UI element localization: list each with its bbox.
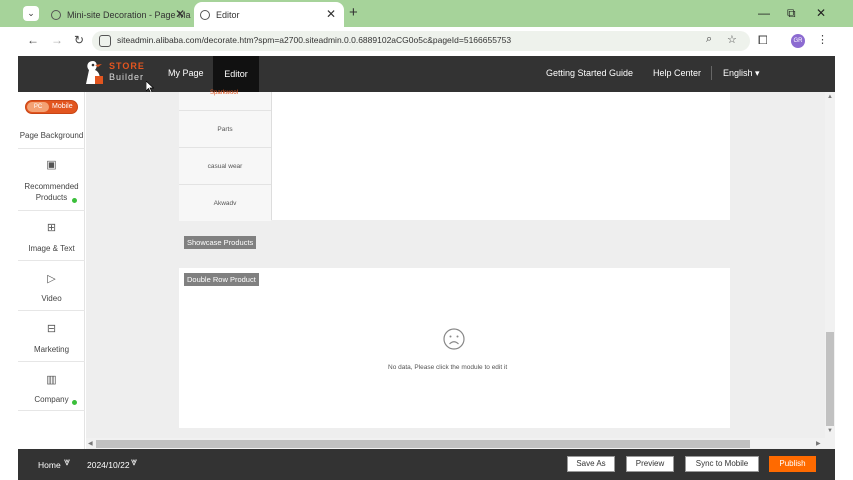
language-select[interactable]: English ▾ — [723, 68, 760, 79]
chevron-down-icon[interactable]: ⩔ — [64, 456, 70, 469]
sidebar-item-image-text[interactable]: Image & Text — [18, 243, 85, 254]
sidebar-item-marketing[interactable]: Marketing — [18, 344, 85, 355]
mobile-toggle-button[interactable]: Mobile — [52, 102, 73, 112]
logo-builder-text: Builder — [109, 72, 145, 82]
globe-icon — [51, 9, 61, 20]
showcase-products-label[interactable]: Showcase Products — [184, 236, 257, 249]
pc-toggle-button[interactable]: PC — [27, 102, 49, 112]
nav-editor[interactable]: Editor — [213, 56, 259, 92]
site-info-icon[interactable] — [99, 35, 111, 47]
sidebar-divider — [18, 361, 85, 362]
category-item[interactable]: Parts — [179, 110, 271, 147]
vertical-scroll-thumb[interactable] — [826, 332, 834, 426]
tab-close-icon[interactable]: ✕ — [326, 7, 336, 21]
logo-store-text: STORE — [109, 61, 145, 71]
sidebar-divider — [18, 410, 85, 411]
category-item[interactable]: Akwadv — [179, 184, 271, 221]
page-select[interactable]: Home — [38, 460, 61, 470]
scroll-up-icon[interactable]: ▲ — [827, 94, 833, 100]
extensions-icon[interactable]: ⧠ — [758, 33, 768, 48]
bookmark-star-icon[interactable]: ☆ — [727, 33, 737, 46]
sync-to-mobile-button[interactable]: Sync to Mobile — [685, 456, 759, 472]
sidebar-divider — [18, 260, 85, 261]
chevron-down-icon[interactable]: ⩔ — [131, 456, 137, 469]
browser-tab-mini-site[interactable]: Mini-site Decoration - Page Ma ✕ — [47, 2, 193, 27]
category-item[interactable]: casual wear — [179, 147, 271, 184]
horizontal-scroll-thumb[interactable] — [96, 440, 750, 448]
category-cutoff-text: Sparkwool — [210, 90, 239, 96]
browser-tab-editor[interactable]: Editor ✕ — [194, 2, 344, 27]
scroll-right-icon[interactable]: ▶ — [816, 440, 821, 447]
restore-icon[interactable]: ⧉ — [787, 6, 796, 21]
publish-button[interactable]: Publish — [769, 456, 816, 472]
tab-search-icon[interactable]: ⌄ — [23, 6, 39, 21]
empty-state-message: No data, Please click the module to edit… — [388, 364, 508, 371]
sad-face-icon — [443, 328, 465, 350]
browser-menu-icon[interactable]: ⋮ — [817, 33, 828, 46]
sidebar-item-page-background[interactable]: Page Background — [18, 130, 85, 141]
sidebar-divider — [18, 148, 85, 149]
globe-icon — [200, 9, 210, 20]
tab-title: Mini-site Decoration - Page Ma — [67, 9, 191, 20]
url-text[interactable]: siteadmin.alibaba.com/decorate.htm?spm=a… — [117, 35, 511, 45]
nav-getting-started[interactable]: Getting Started Guide — [546, 68, 633, 78]
box-icon: ▣ — [46, 159, 57, 171]
save-as-button[interactable]: Save As — [567, 456, 615, 472]
nav-divider — [711, 66, 712, 80]
new-tab-button[interactable]: + — [349, 4, 358, 21]
zoom-icon[interactable]: ⌕ — [706, 33, 712, 46]
sidebar-divider — [18, 310, 85, 311]
play-icon: ▷ — [47, 273, 56, 285]
status-badge — [71, 197, 78, 204]
language-label: English — [723, 68, 753, 78]
image-text-icon: ⊞ — [46, 222, 57, 234]
reload-icon[interactable]: ↻ — [74, 33, 84, 47]
status-badge — [71, 399, 78, 406]
minimize-icon[interactable]: — — [758, 6, 770, 20]
scroll-left-icon[interactable]: ◀ — [88, 440, 93, 447]
page: ⌄ Mini-site Decoration - Page Ma ✕ Edito… — [0, 0, 853, 480]
nav-help-center[interactable]: Help Center — [653, 68, 701, 78]
tab-close-icon[interactable]: ✕ — [175, 7, 185, 21]
marketing-icon: ⊟ — [46, 323, 57, 335]
scroll-down-icon[interactable]: ▼ — [827, 428, 833, 434]
building-icon: ▥ — [46, 374, 57, 386]
preview-button[interactable]: Preview — [626, 456, 674, 472]
nav-my-page[interactable]: My Page — [168, 68, 204, 78]
back-icon[interactable]: ← — [27, 33, 39, 47]
window-close-icon[interactable]: ✕ — [816, 6, 826, 20]
profile-avatar[interactable]: GR — [791, 34, 805, 48]
sidebar-divider — [18, 210, 85, 211]
tab-title: Editor — [216, 9, 240, 20]
store-builder-logo-icon — [86, 61, 103, 84]
version-date-select[interactable]: 2024/10/22 — [87, 460, 130, 470]
forward-icon[interactable]: → — [51, 33, 63, 47]
double-row-product-label[interactable]: Double Row Product — [184, 273, 259, 286]
sidebar-item-video[interactable]: Video — [18, 293, 85, 304]
caret-down-icon: ▾ — [755, 68, 760, 78]
